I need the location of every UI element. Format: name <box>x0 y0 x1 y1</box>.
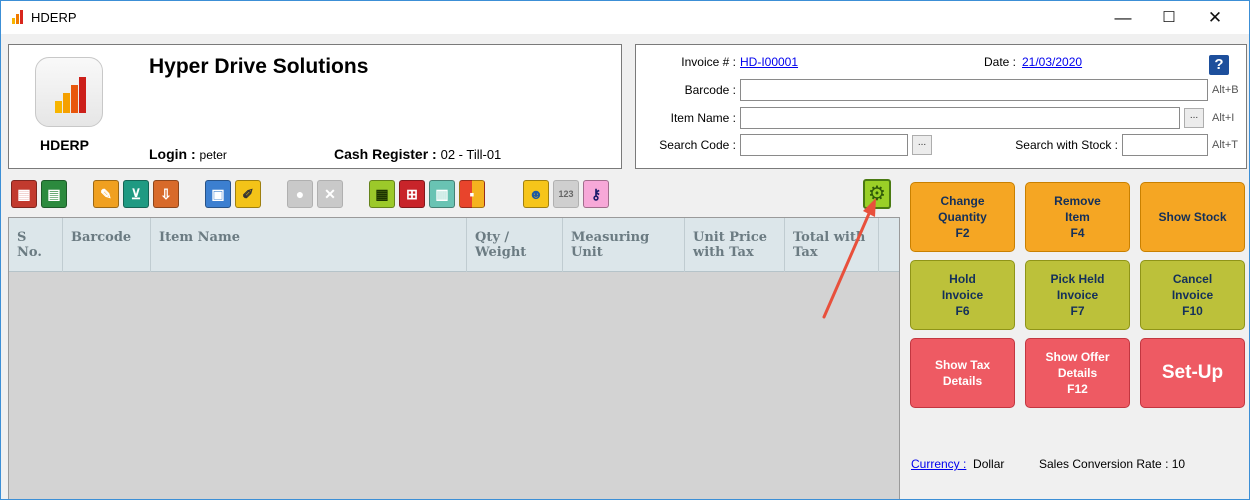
search-stock-label: Search with Stock : <box>1015 138 1118 152</box>
search-stock-shortcut: Alt+T <box>1212 139 1238 151</box>
login-label: Login : <box>149 146 196 162</box>
barcode-input[interactable] <box>740 79 1208 101</box>
download-icon[interactable]: ⇩ <box>153 180 179 208</box>
conversion-rate-info: Sales Conversion Rate : 10 <box>1039 457 1185 471</box>
color-tiles-icon[interactable]: ▪ <box>459 180 485 208</box>
invoice-panel: Invoice # : HD-I00001 Date : 21/03/2020 … <box>635 44 1247 169</box>
show-offer-details-button[interactable]: Show Offer Details F12 <box>1025 338 1130 408</box>
currency-link[interactable]: Currency : <box>911 457 966 471</box>
item-name-label: Item Name : <box>670 111 736 125</box>
gear-icon[interactable]: ⚙ <box>863 179 891 209</box>
barcode-shortcut: Alt+B <box>1212 84 1239 96</box>
search-stock-input[interactable] <box>1122 134 1208 156</box>
conversion-rate-value: 10 <box>1171 457 1186 471</box>
invoice-number-label: Invoice # : <box>681 55 736 69</box>
report-icon[interactable]: ▦ <box>11 180 37 208</box>
login-value: peter <box>199 148 227 162</box>
conversion-rate-label: Sales Conversion Rate : <box>1039 457 1169 471</box>
date-link[interactable]: 21/03/2020 <box>1022 55 1082 69</box>
currency-value: Dollar <box>973 457 1005 471</box>
help-icon[interactable]: ? <box>1209 55 1229 75</box>
card-icon[interactable]: ▣ <box>205 180 231 208</box>
grid-header: S No. Barcode Item Name Qty / Weight Mea… <box>9 218 899 272</box>
user-icon[interactable]: ☻ <box>523 180 549 208</box>
currency-info: Currency : Dollar <box>911 457 1004 471</box>
show-tax-details-button[interactable]: Show Tax Details <box>910 338 1015 408</box>
calculator-icon[interactable]: ▦ <box>369 180 395 208</box>
search-code-input[interactable] <box>740 134 908 156</box>
company-name: Hyper Drive Solutions <box>149 55 369 78</box>
cash-register-label: Cash Register : <box>334 146 437 162</box>
column-measuring-unit[interactable]: Measuring Unit <box>563 218 685 272</box>
close-button[interactable]: ✕ <box>1192 1 1238 34</box>
barcode-label: Barcode : <box>684 83 736 97</box>
export-report-icon[interactable]: ▤ <box>41 180 67 208</box>
column-serial-no[interactable]: S No. <box>9 218 63 272</box>
search-code-label: Search Code : <box>659 138 736 152</box>
item-name-browse-button[interactable]: ... <box>1184 108 1204 128</box>
date-label: Date : <box>983 55 1016 69</box>
app-logo-icon <box>11 10 25 24</box>
hold-invoice-button[interactable]: Hold Invoice F6 <box>910 260 1015 330</box>
app-window: HDERP — ☐ ✕ HDERP Hyper Drive Solutions … <box>0 0 1250 500</box>
column-qty-weight[interactable]: Qty / Weight <box>467 218 563 272</box>
edit-note-icon[interactable]: ✎ <box>93 180 119 208</box>
minimize-button[interactable]: — <box>1100 1 1146 34</box>
company-panel: HDERP Hyper Drive Solutions Login : pete… <box>8 44 622 169</box>
search-code-browse-button[interactable]: ... <box>912 135 932 155</box>
column-unit-price[interactable]: Unit Price with Tax <box>685 218 785 272</box>
title-bar: HDERP — ☐ ✕ <box>1 1 1249 34</box>
key-icon[interactable]: ⚷ <box>583 180 609 208</box>
tax-keypad-icon[interactable]: ⊞ <box>399 180 425 208</box>
pick-held-invoice-button[interactable]: Pick Held Invoice F7 <box>1025 260 1130 330</box>
item-name-input[interactable] <box>740 107 1180 129</box>
cancel-invoice-button[interactable]: Cancel Invoice F10 <box>1140 260 1245 330</box>
cart-icon[interactable]: ⊻ <box>123 180 149 208</box>
maximize-button[interactable]: ☐ <box>1146 1 1192 34</box>
window-title: HDERP <box>31 10 77 25</box>
rate-calculator-icon[interactable]: ▥ <box>429 180 455 208</box>
toolbar: ▦ ▤ ✎ ⊻ ⇩ ▣ ✐ ● ✕ ▦ ⊞ ▥ ▪ ☻ 123 ⚷ ⚙ <box>8 177 904 213</box>
show-stock-button[interactable]: Show Stock <box>1140 182 1245 252</box>
cash-register-info: Cash Register : 02 - Till-01 <box>334 146 501 162</box>
login-info: Login : peter <box>149 146 227 162</box>
column-barcode[interactable]: Barcode <box>63 218 151 272</box>
column-total-with-tax[interactable]: Total with Tax <box>785 218 879 272</box>
item-name-shortcut: Alt+I <box>1212 112 1235 124</box>
remove-item-button[interactable]: Remove Item F4 <box>1025 182 1130 252</box>
disabled-cancel-icon[interactable]: ✕ <box>317 180 343 208</box>
invoice-number-link[interactable]: HD-I00001 <box>740 55 798 69</box>
disabled-badge-icon[interactable]: ● <box>287 180 313 208</box>
hderp-logo <box>35 57 103 127</box>
column-item-name[interactable]: Item Name <box>151 218 467 272</box>
change-quantity-button[interactable]: Change Quantity F2 <box>910 182 1015 252</box>
items-grid: S No. Barcode Item Name Qty / Weight Mea… <box>8 217 900 499</box>
bar-chart-logo-icon <box>55 75 87 113</box>
cash-register-value: 02 - Till-01 <box>440 147 502 162</box>
set-up-button[interactable]: Set-Up <box>1140 338 1245 408</box>
counter-display-icon[interactable]: 123 <box>553 180 579 208</box>
edit-icon[interactable]: ✐ <box>235 180 261 208</box>
logo-caption: HDERP <box>40 137 90 153</box>
